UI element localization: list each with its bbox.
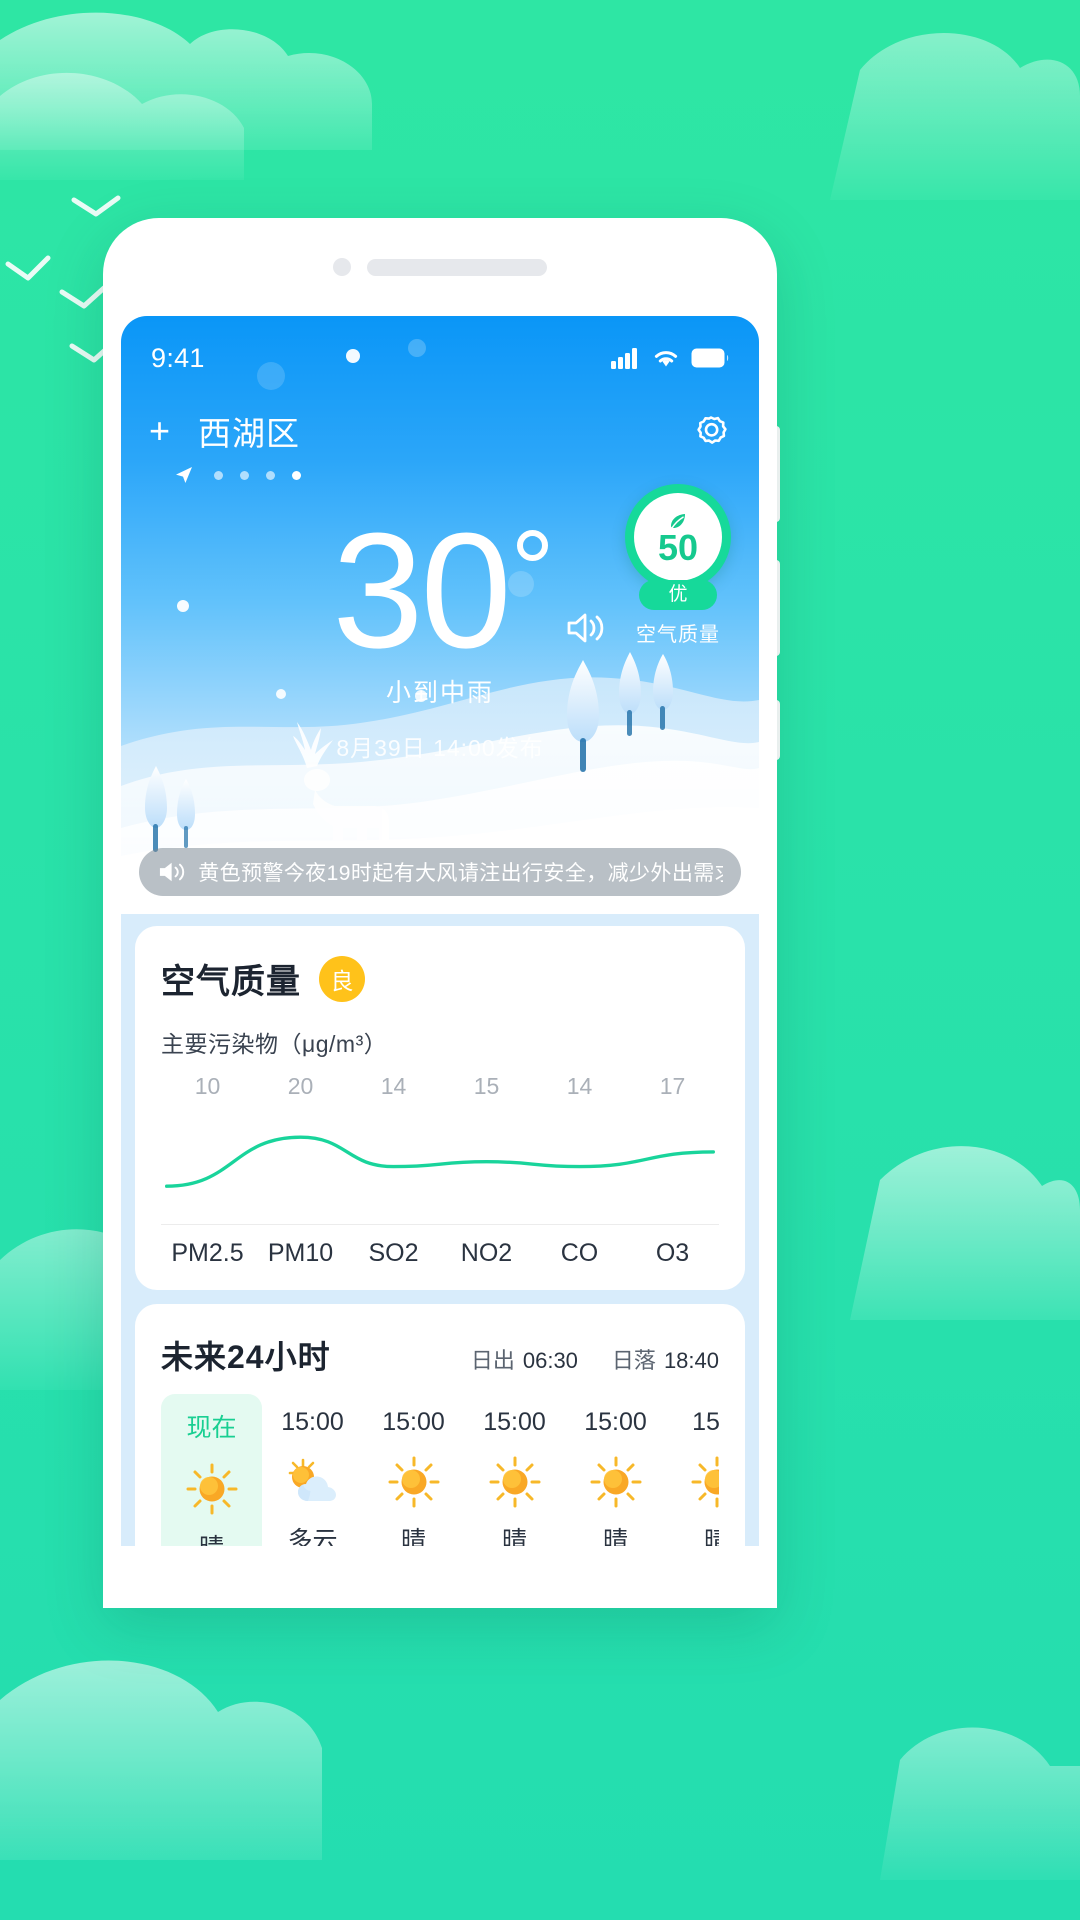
hourly-item-now[interactable]: 现在 晴 xyxy=(161,1394,262,1546)
sun-icon xyxy=(161,1456,262,1522)
page-dot-active[interactable] xyxy=(292,470,301,480)
aqi-ring: 50 xyxy=(625,484,731,590)
cellular-signal-icon xyxy=(611,348,637,369)
wifi-icon xyxy=(654,351,678,367)
publish-time: 8月39日 14:00发布 xyxy=(336,734,544,761)
temperature-value: 30 xyxy=(332,499,511,682)
hourly-condition: 晴 xyxy=(400,1527,426,1546)
pollutant-chart: 10 20 14 15 14 17 PM2.5 PM10 SO2 NO2 CO … xyxy=(161,1073,719,1268)
add-city-icon[interactable]: + xyxy=(149,413,170,449)
status-bar-icons xyxy=(611,347,729,369)
temperature-row: 30 xyxy=(332,499,603,682)
sunrise-label: 日出 xyxy=(470,1348,515,1373)
hourly-condition: 晴 xyxy=(161,1528,262,1546)
hourly-item[interactable]: 15:00 多云 xyxy=(262,1394,363,1546)
page-dot[interactable] xyxy=(266,470,275,480)
aqi-level-label: 优 xyxy=(639,580,717,610)
hourly-condition: 晴 xyxy=(501,1527,527,1546)
hourly-forecast-card[interactable]: 未来24小时 日出 06:30 日落 18:40 现在 15:00 多云 15:… xyxy=(135,1304,745,1546)
status-bar: 9:41 xyxy=(121,338,759,378)
hourly-time: 15:00 xyxy=(584,1408,647,1436)
hourly-time: 15:0 xyxy=(692,1408,719,1436)
hourly-card-title: 未来24小时 xyxy=(161,1339,331,1375)
earpiece-speaker xyxy=(367,258,547,276)
cards-container: 空气质量 良 主要污染物（μg/m³） 10 20 14 15 14 17 PM… xyxy=(121,914,759,1546)
speaker-icon[interactable] xyxy=(564,608,610,653)
front-camera-icon xyxy=(333,258,351,276)
weather-warning-banner[interactable]: 黄色预警今夜19时起有大风请注出行安全，减少外出需求 xyxy=(139,848,741,896)
pollutant-label: O3 xyxy=(655,1239,690,1267)
hourly-time: 现在 xyxy=(186,1414,237,1442)
air-quality-card[interactable]: 空气质量 良 主要污染物（μg/m³） 10 20 14 15 14 17 PM… xyxy=(135,926,745,1290)
air-quality-title: 空气质量 xyxy=(161,963,301,1001)
pollutant-value: 14 xyxy=(380,1073,407,1099)
hourly-item[interactable]: 15:00 晴 xyxy=(363,1394,464,1546)
sun-icon xyxy=(666,1449,719,1515)
phone-mockup: 9:41 + 西湖区 30 小到中雨 8月39日 14:00发布 50 优 空气… xyxy=(103,218,777,1608)
aqi-badge[interactable]: 50 优 空气质量 xyxy=(623,484,733,647)
pollutant-line-chart xyxy=(164,1135,716,1188)
pollutant-value: 10 xyxy=(194,1073,221,1099)
sun-icon xyxy=(464,1449,565,1515)
pollutant-value: 14 xyxy=(566,1073,593,1099)
status-bar-clock: 9:41 xyxy=(151,342,205,373)
pollutant-label: SO2 xyxy=(368,1239,419,1267)
sun-times: 日出 06:30 日落 18:40 xyxy=(471,1343,719,1375)
pollutant-label: PM2.5 xyxy=(171,1239,244,1267)
aqi-caption: 空气质量 xyxy=(636,624,720,646)
warning-text: 黄色预警今夜19时起有大风请注出行安全，减少外出需求 xyxy=(198,862,723,885)
hourly-time: 15:00 xyxy=(483,1408,546,1436)
pollutant-value: 15 xyxy=(473,1073,500,1099)
weather-hero: 9:41 + 西湖区 30 小到中雨 8月39日 14:00发布 50 优 空气… xyxy=(121,316,759,914)
speaker-icon xyxy=(159,862,185,882)
battery-icon xyxy=(691,348,729,368)
page-dot[interactable] xyxy=(214,470,223,480)
hourly-item[interactable]: 15:0 晴 xyxy=(666,1394,719,1546)
phone-screen: 9:41 + 西湖区 30 小到中雨 8月39日 14:00发布 50 优 空气… xyxy=(121,316,759,1546)
sunset-info: 日落 18:40 xyxy=(612,1343,719,1375)
pollutant-labels-row: PM2.5 PM10 SO2 NO2 CO O3 xyxy=(161,1239,719,1268)
sunrise-info: 日出 06:30 xyxy=(471,1343,578,1375)
pollutant-subtitle: 主要污染物（μg/m³） xyxy=(161,1031,388,1057)
hourly-condition: 晴 xyxy=(703,1527,719,1546)
hourly-item[interactable]: 15:00 晴 xyxy=(565,1394,666,1546)
sunset-label: 日落 xyxy=(611,1348,656,1373)
pollutant-label: NO2 xyxy=(460,1239,513,1267)
pollutant-label: PM10 xyxy=(267,1239,334,1267)
hourly-time: 15:00 xyxy=(281,1408,344,1436)
hourly-item[interactable]: 15:00 晴 xyxy=(464,1394,565,1546)
sun-icon xyxy=(565,1449,666,1515)
gear-icon[interactable] xyxy=(691,411,731,451)
aqi-inner-circle: 50 xyxy=(634,493,722,581)
app-header: + 西湖区 xyxy=(121,404,759,458)
city-name[interactable]: 西湖区 xyxy=(198,407,300,455)
air-quality-title-row: 空气质量 良 xyxy=(161,954,719,1003)
sunset-time: 18:40 xyxy=(663,1348,719,1373)
pollutant-value: 17 xyxy=(659,1073,686,1099)
hourly-condition: 晴 xyxy=(602,1527,628,1546)
page-indicator-dots[interactable] xyxy=(173,464,301,486)
sun-cloud-icon xyxy=(262,1449,363,1515)
pollutant-values-row: 10 20 14 15 14 17 xyxy=(161,1073,719,1100)
pollutant-value: 20 xyxy=(287,1073,314,1099)
degree-symbol-icon xyxy=(516,530,548,561)
hourly-forecast-list[interactable]: 现在 晴15:00 多云15:00 xyxy=(161,1394,719,1546)
hourly-time: 15:00 xyxy=(382,1408,445,1436)
pollutant-label: CO xyxy=(560,1239,599,1267)
sunrise-time: 06:30 xyxy=(522,1348,578,1373)
air-quality-chip: 良 xyxy=(319,955,365,1002)
sun-icon xyxy=(363,1449,464,1515)
location-arrow-icon xyxy=(176,467,192,483)
hourly-condition: 多云 xyxy=(287,1527,338,1546)
phone-notch xyxy=(103,218,777,316)
page-dot[interactable] xyxy=(240,470,249,480)
hourly-card-header: 未来24小时 日出 06:30 日落 18:40 xyxy=(161,1332,719,1378)
aqi-value: 50 xyxy=(657,527,699,568)
chart-axis-line xyxy=(161,1224,719,1225)
